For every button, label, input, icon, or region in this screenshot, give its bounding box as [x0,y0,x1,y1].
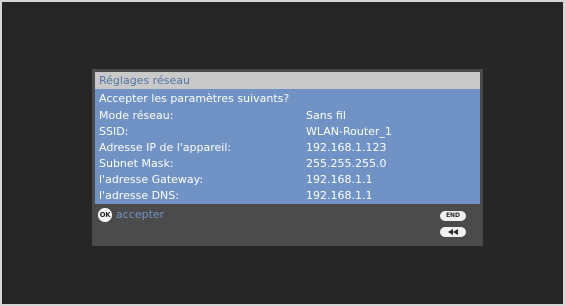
setting-label: l'adresse Gateway: [99,173,204,186]
setting-label: Mode réseau: [99,109,174,122]
accept-label: accepter [116,208,165,221]
setting-row-network-mode: Mode réseau: Sans fil [99,108,480,124]
confirmation-question: Accepter les paramètres suivants? [99,92,290,105]
setting-value: 192.168.1.123 [306,141,387,154]
tv-screen: Réglages réseau Accepter les paramètres … [2,2,563,304]
setting-label: Adresse IP de l'appareil: [99,141,232,154]
setting-row-dns: l'adresse DNS: 192.168.1.1 [99,188,480,204]
setting-value: WLAN-Router_1 [306,125,392,138]
dialog-title: Réglages réseau [95,72,480,89]
end-button[interactable]: END [440,211,466,221]
setting-value: 192.168.1.1 [306,189,373,202]
setting-label: Subnet Mask: [99,157,174,170]
setting-row-ssid: SSID: WLAN-Router_1 [99,124,480,140]
setting-value: 255.255.255.0 [306,157,387,170]
setting-row-ip-address: Adresse IP de l'appareil: 192.168.1.123 [99,140,480,156]
accept-button[interactable]: OK accepter [98,208,164,222]
setting-label: SSID: [99,125,129,138]
setting-value: Sans fil [306,109,346,122]
ok-icon: OK [98,208,112,222]
rewind-icon [448,229,458,235]
setting-row-gateway: l'adresse Gateway: 192.168.1.1 [99,172,480,188]
back-button[interactable] [440,227,466,237]
setting-label: l'adresse DNS: [99,189,179,202]
settings-list: Mode réseau: Sans fil SSID: WLAN-Router_… [99,108,480,204]
dialog-content: Accepter les paramètres suivants? Mode r… [95,89,480,204]
network-settings-dialog: Réglages réseau Accepter les paramètres … [92,69,483,246]
setting-value: 192.168.1.1 [306,173,373,186]
setting-row-subnet-mask: Subnet Mask: 255.255.255.0 [99,156,480,172]
